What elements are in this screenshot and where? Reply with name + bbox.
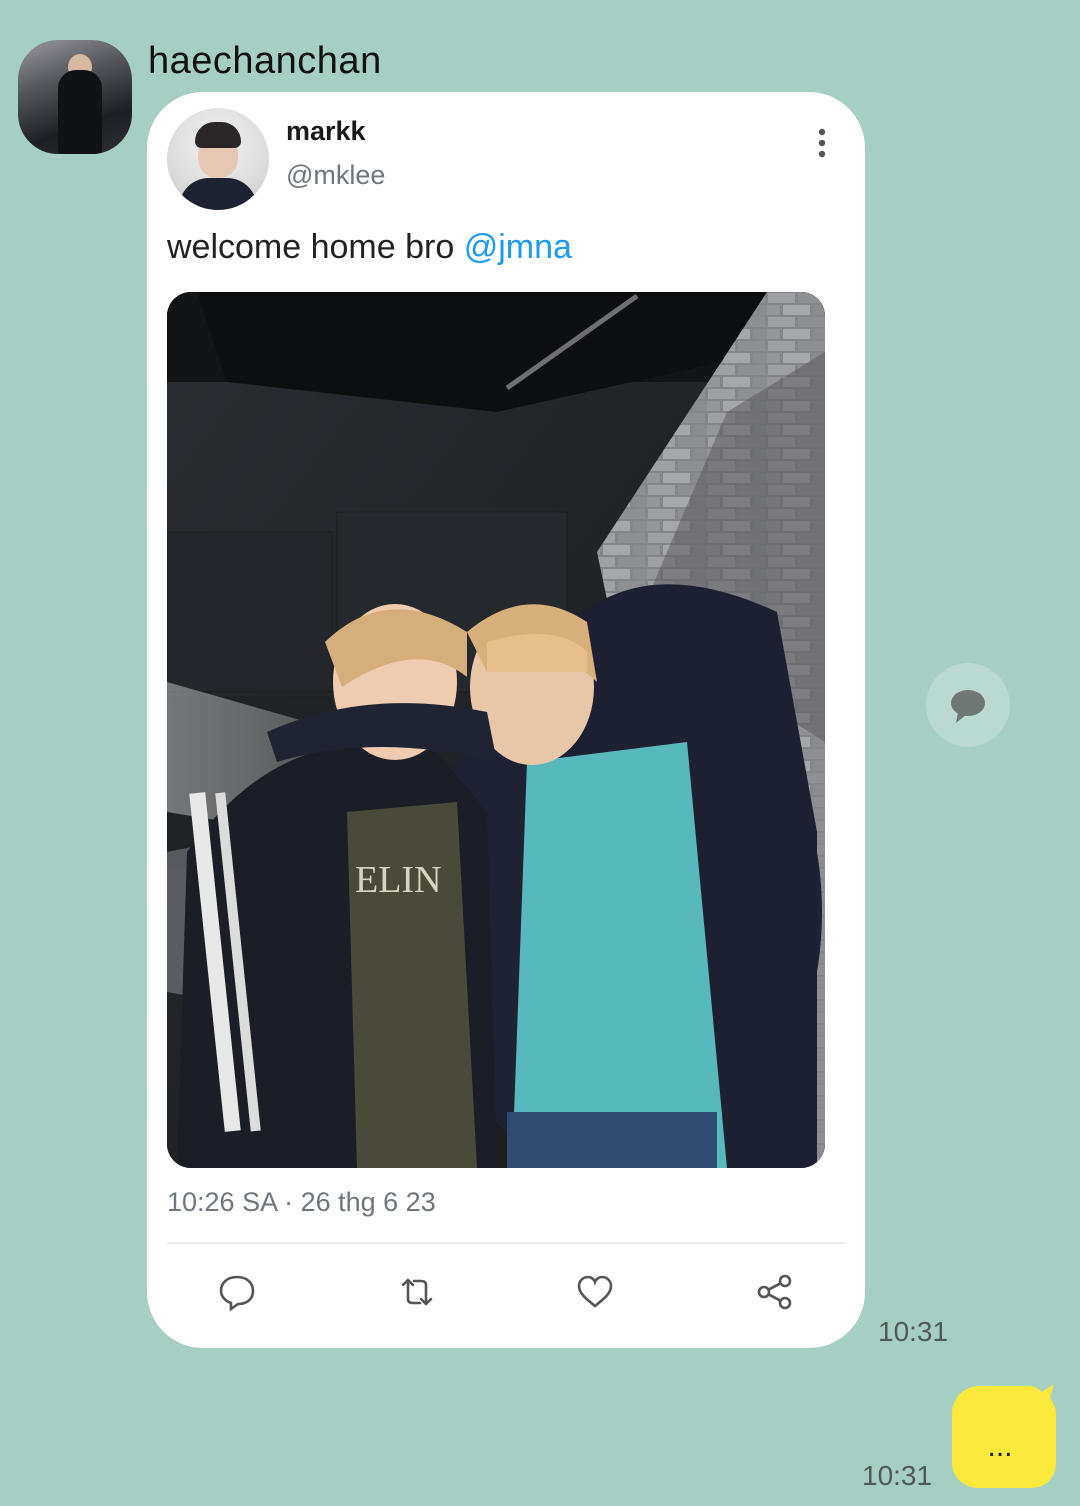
tweet-text: welcome home bro @jmna	[167, 228, 572, 267]
photo-scene: ELIN	[167, 292, 825, 1168]
tweet-photo[interactable]: ELIN	[167, 292, 825, 1168]
tweet-mention-link[interactable]: @jmna	[464, 228, 572, 266]
comment-bubble-icon	[951, 690, 985, 723]
message-time-sent: 10:31	[862, 1460, 933, 1491]
message-time-received: 10:31	[878, 1316, 949, 1347]
shared-tweet-card[interactable]: markk @mklee welcome home bro @jmna ELIN…	[147, 92, 865, 1348]
avatar-figure	[58, 70, 102, 154]
my-message-bubble[interactable]: ...	[950, 1384, 1060, 1492]
tweet-author-handle[interactable]: @mklee	[286, 160, 385, 191]
tweet-author-avatar[interactable]	[167, 108, 269, 210]
share-icon[interactable]	[755, 1272, 795, 1312]
my-message-text: ...	[987, 1430, 1012, 1463]
shirt-print: ELIN	[355, 859, 442, 901]
tweet-author-name[interactable]: markk	[286, 116, 366, 147]
comment-shortcut-button[interactable]	[926, 663, 1010, 747]
retweet-icon[interactable]	[397, 1272, 437, 1312]
sender-avatar[interactable]	[18, 40, 132, 154]
reply-icon[interactable]	[217, 1272, 257, 1312]
tweet-timestamp: 10:26 SA · 26 thg 6 23	[167, 1187, 436, 1217]
tweet-body: welcome home bro	[167, 228, 464, 266]
like-icon[interactable]	[575, 1272, 615, 1312]
sender-name: haechanchan	[148, 40, 382, 82]
divider	[167, 1242, 845, 1244]
more-options-icon[interactable]	[807, 126, 837, 160]
bubble-shape: ...	[952, 1384, 1056, 1488]
